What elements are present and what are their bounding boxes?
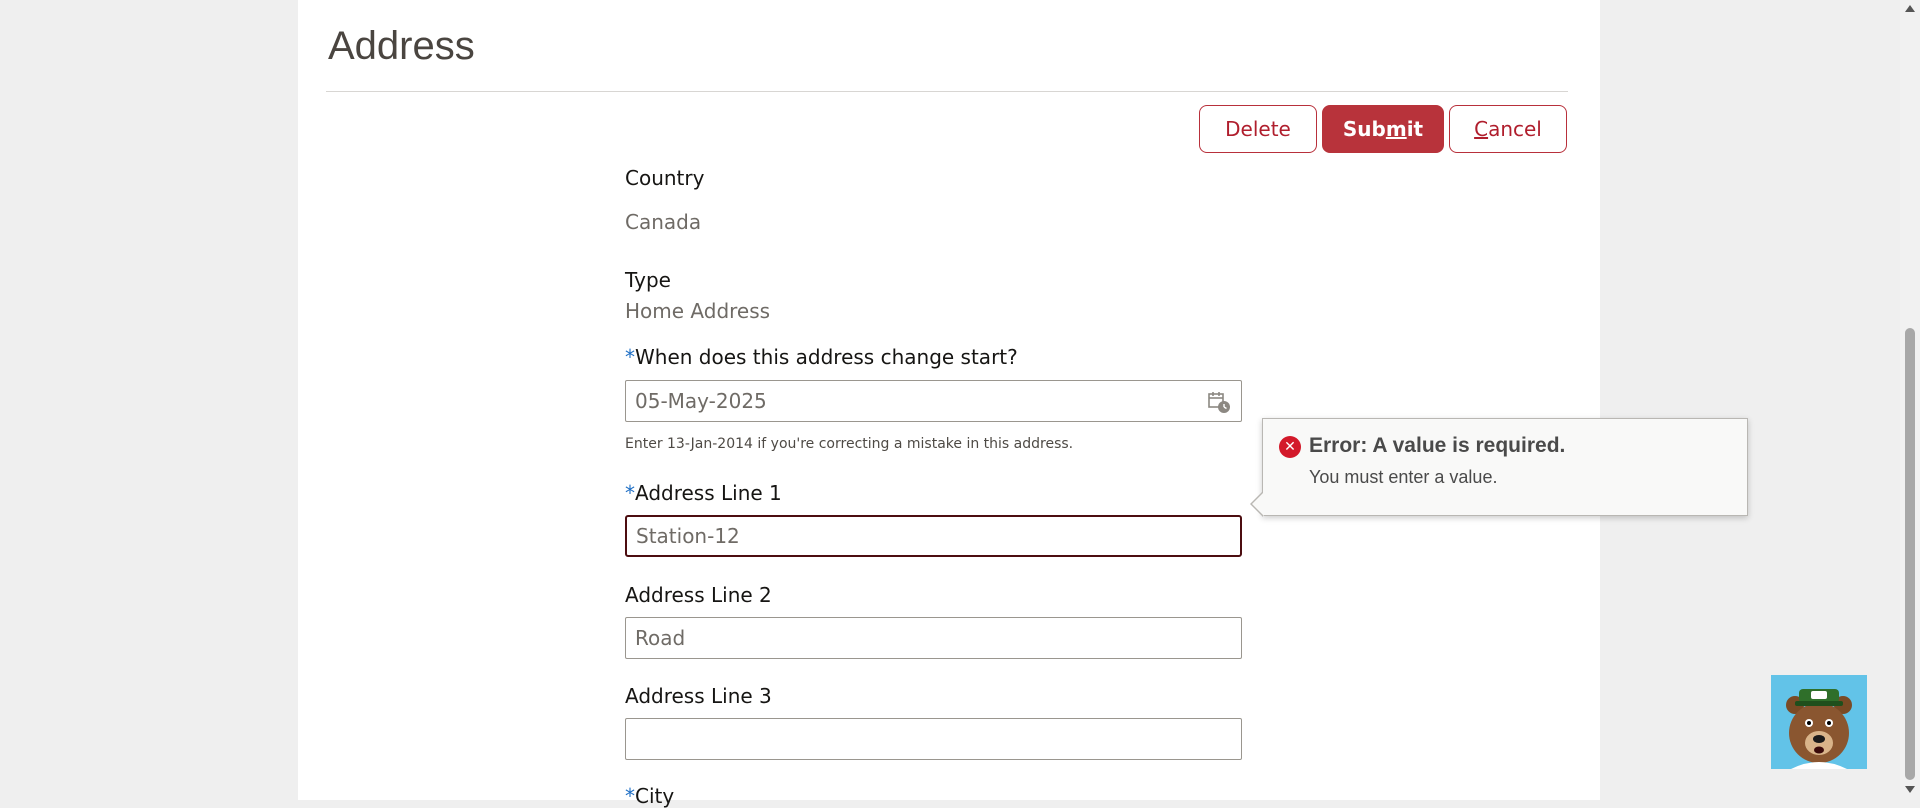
country-value: Canada bbox=[625, 210, 702, 234]
address-line-1-input[interactable]: Station-12 bbox=[625, 515, 1242, 557]
type-label: Type bbox=[625, 268, 671, 292]
city-label: *City bbox=[625, 784, 675, 808]
start-date-input[interactable]: 05-May-2025 bbox=[625, 380, 1242, 422]
address-line-3-label: Address Line 3 bbox=[625, 684, 772, 708]
address-line-3-input[interactable] bbox=[625, 718, 1242, 760]
start-date-help: Enter 13-Jan-2014 if you're correcting a… bbox=[625, 436, 1074, 452]
type-value: Home Address bbox=[625, 299, 771, 323]
calendar-icon[interactable] bbox=[1207, 390, 1231, 414]
submit-button[interactable]: Submit bbox=[1322, 105, 1444, 153]
title-divider bbox=[326, 91, 1568, 92]
required-mark: * bbox=[625, 345, 635, 369]
scroll-up-icon[interactable] bbox=[1905, 5, 1915, 12]
error-title: Error: A value is required. bbox=[1309, 434, 1566, 457]
address-line-1-label: *Address Line 1 bbox=[625, 481, 782, 505]
error-x-icon: ✕ bbox=[1279, 436, 1301, 458]
start-date-value: 05-May-2025 bbox=[635, 389, 767, 413]
error-message: You must enter a value. bbox=[1309, 467, 1498, 487]
address-line-2-input[interactable]: Road bbox=[625, 617, 1242, 659]
address-line-1-value: Station-12 bbox=[636, 524, 740, 548]
page-scrollbar[interactable] bbox=[1900, 0, 1920, 800]
scroll-down-icon[interactable] bbox=[1905, 786, 1915, 793]
error-popup: ✕ Error: A value is required. You must e… bbox=[1250, 418, 1748, 517]
delete-button-label: Delete bbox=[1225, 117, 1291, 141]
address-line-2-label: Address Line 2 bbox=[625, 583, 772, 607]
scroll-thumb[interactable] bbox=[1905, 328, 1915, 780]
delete-button[interactable]: Delete bbox=[1199, 105, 1317, 153]
submit-button-label: Submit bbox=[1342, 117, 1424, 141]
required-mark: * bbox=[625, 784, 635, 808]
cancel-button[interactable]: Cancel bbox=[1449, 105, 1567, 153]
required-mark: * bbox=[625, 481, 635, 505]
assistant-mascot-icon[interactable] bbox=[1771, 675, 1867, 769]
page-title: Address bbox=[328, 24, 475, 68]
form-panel: Address Delete Submit Cancel Country Can… bbox=[298, 0, 1600, 808]
cancel-button-label: Cancel bbox=[1474, 117, 1542, 141]
address-line-2-value: Road bbox=[635, 626, 686, 650]
start-date-label: *When does this address change start? bbox=[625, 345, 1018, 369]
country-label: Country bbox=[625, 166, 705, 190]
